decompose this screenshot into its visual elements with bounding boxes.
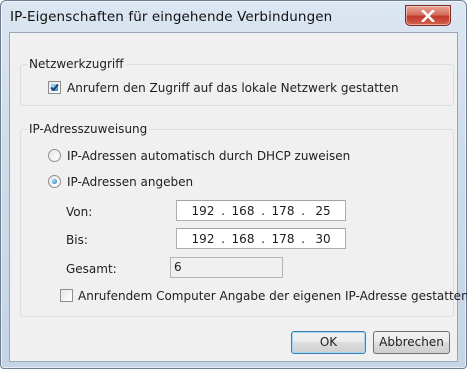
close-button[interactable] [405, 5, 451, 26]
dhcp-radio-label[interactable]: IP-Adressen automatisch durch DHCP zuwei… [67, 149, 350, 163]
to-label: Bis: [66, 233, 88, 247]
from-ip-octet: 192 [191, 203, 215, 218]
to-ip-octet: 168 [231, 231, 255, 246]
dialog-window: IP-Eigenschaften für eingehende Verbindu… [0, 0, 467, 369]
dhcp-radio[interactable] [48, 149, 61, 162]
to-ip-input[interactable]: 192 . 168 . 178 . 30 [176, 228, 346, 249]
specify-ip-radio[interactable] [48, 175, 61, 188]
specify-ip-radio-label[interactable]: IP-Adressen angeben [67, 175, 193, 189]
ip-separator: . [301, 203, 305, 218]
total-label: Gesamt: [66, 262, 117, 276]
from-ip-octet: 25 [315, 203, 331, 218]
from-ip-octet: 178 [271, 203, 295, 218]
from-ip-octet: 168 [231, 203, 255, 218]
ok-button[interactable]: OK [291, 331, 366, 354]
allow-own-ip-label[interactable]: Anrufendem Computer Angabe der eigenen I… [78, 289, 467, 303]
ip-separator: . [261, 231, 265, 246]
window-title: IP-Eigenschaften für eingehende Verbindu… [10, 9, 333, 25]
ip-separator: . [301, 231, 305, 246]
allow-local-network-label[interactable]: Anrufern den Zugriff auf das lokale Netz… [67, 81, 399, 95]
total-readonly-field: 6 [170, 257, 283, 278]
to-ip-octet: 178 [271, 231, 295, 246]
dialog-client-area: Netzwerkzugriff Anrufern den Zugriff auf… [9, 32, 467, 362]
from-label: Von: [66, 205, 93, 219]
ip-assignment-legend: IP-Adresszuweisung [27, 122, 150, 136]
ip-separator: . [221, 203, 225, 218]
cancel-button[interactable]: Abbrechen [373, 331, 450, 354]
network-access-legend: Netzwerkzugriff [27, 57, 126, 71]
allow-own-ip-checkbox[interactable] [60, 289, 73, 302]
close-x-icon [421, 9, 435, 22]
checkmark-icon [50, 83, 59, 92]
to-ip-octet: 30 [315, 231, 331, 246]
ip-separator: . [261, 203, 265, 218]
to-ip-octet: 192 [191, 231, 215, 246]
ip-separator: . [221, 231, 225, 246]
allow-local-network-checkbox[interactable] [48, 81, 61, 94]
from-ip-input[interactable]: 192 . 168 . 178 . 25 [176, 200, 346, 221]
